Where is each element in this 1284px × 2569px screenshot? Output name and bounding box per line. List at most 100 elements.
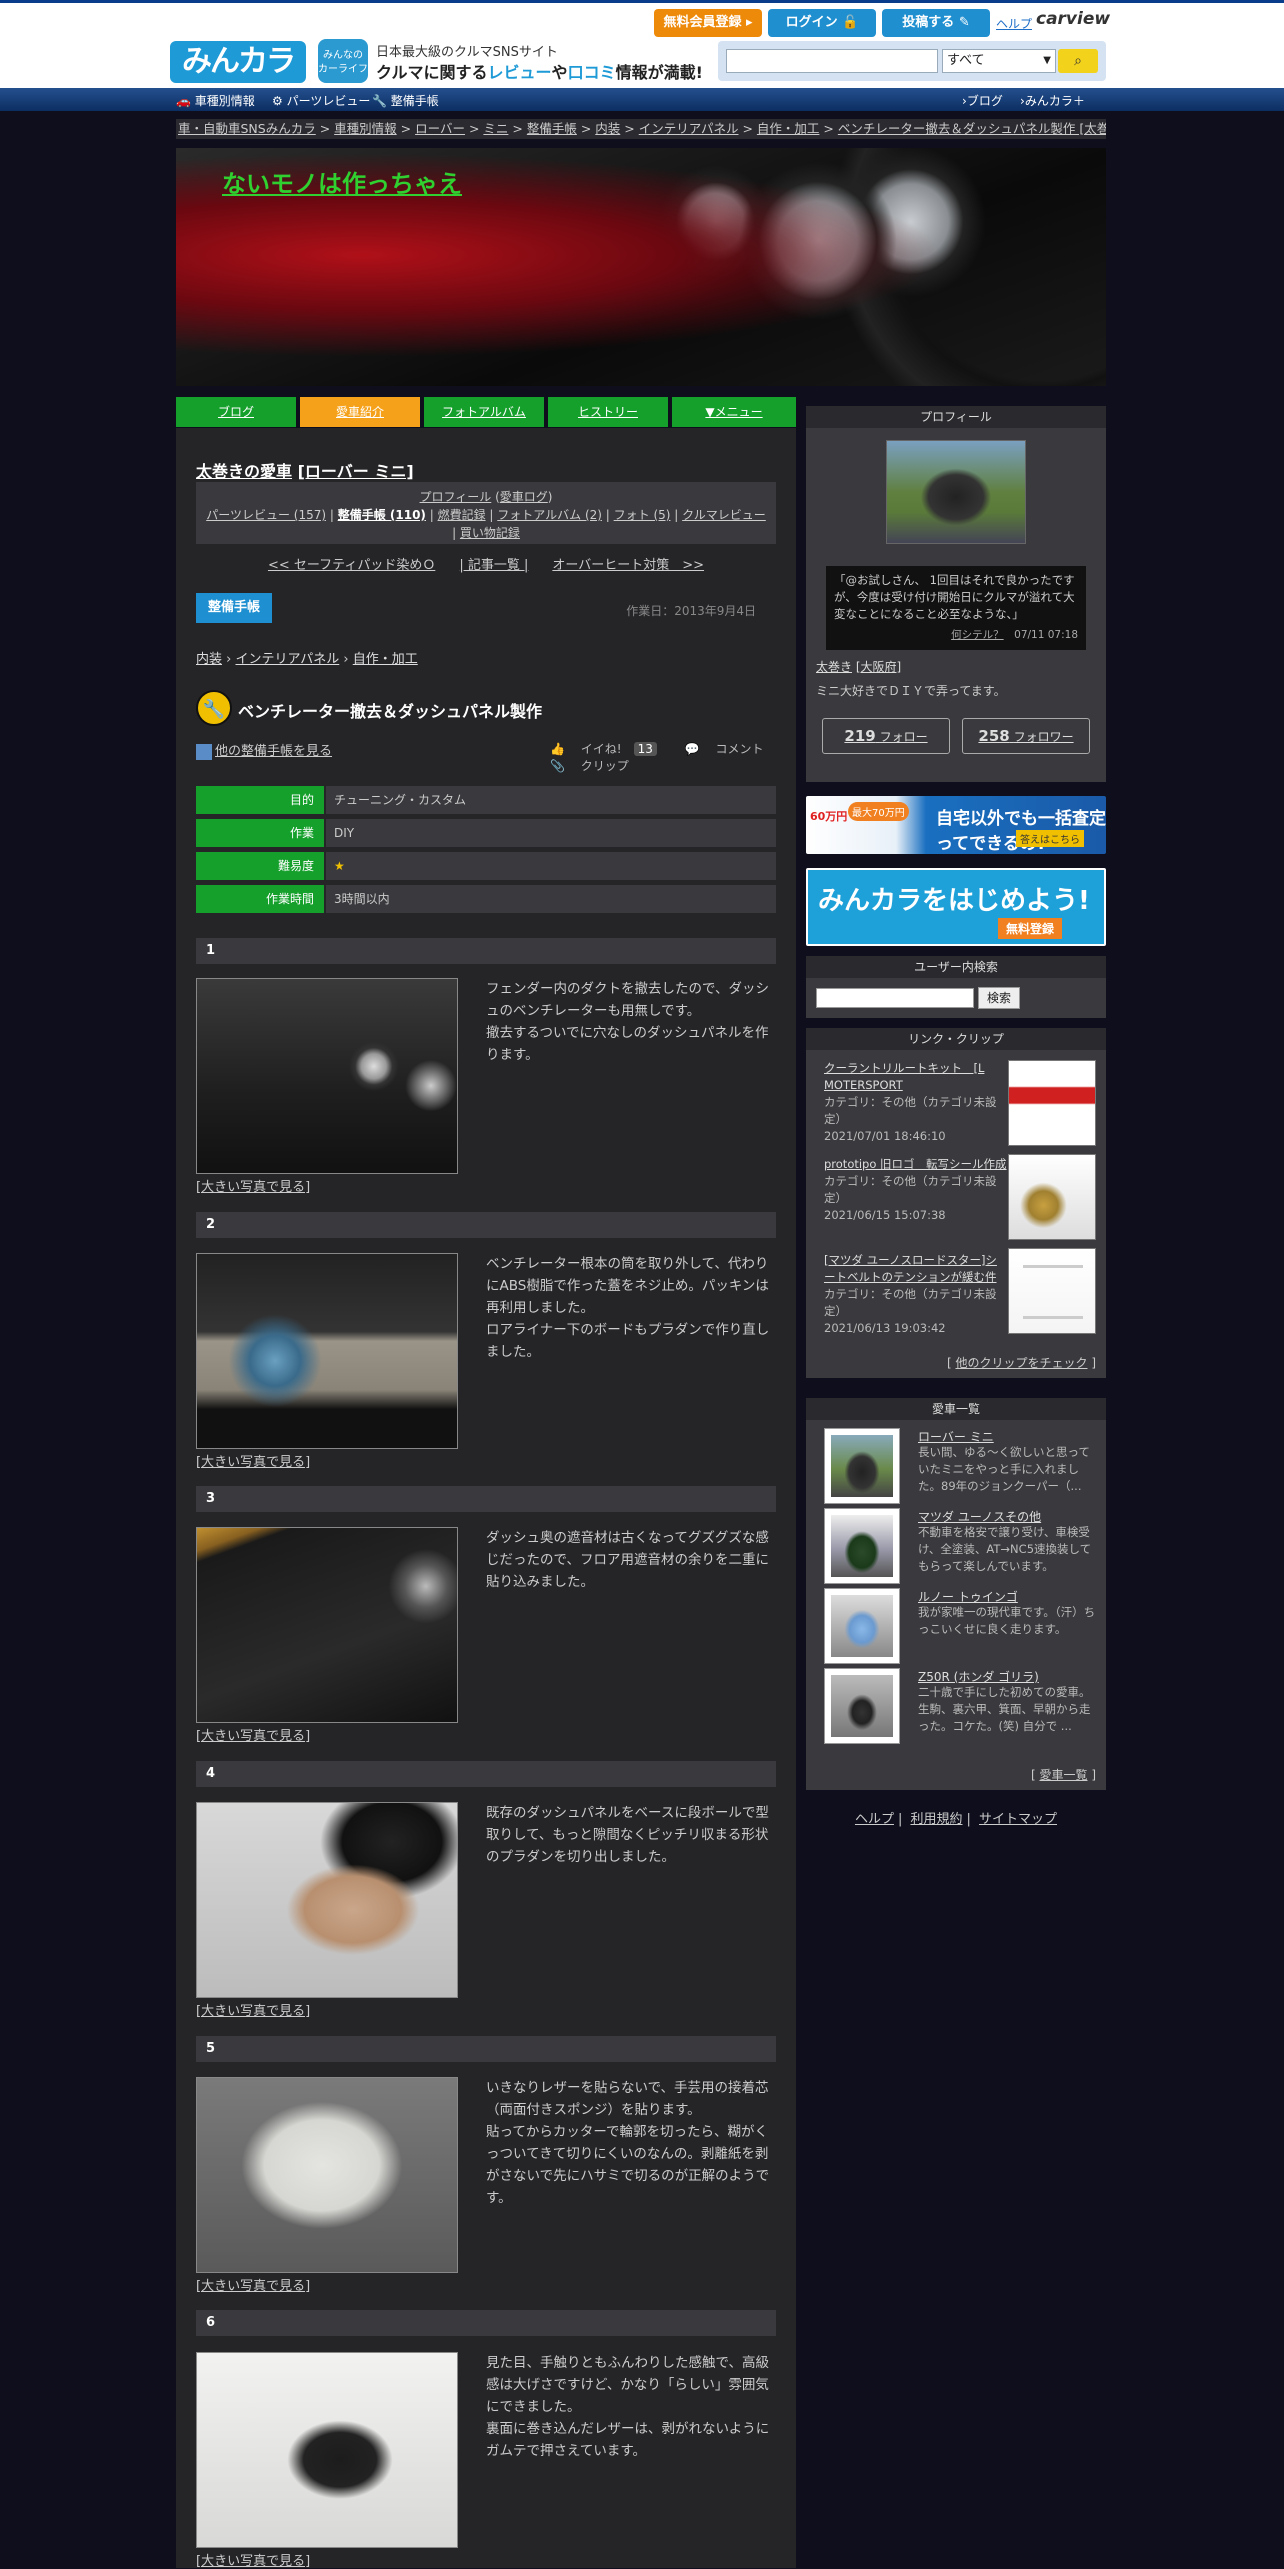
nav-parts[interactable]: ⚙ パーツレビュー [272,92,370,109]
user-region-link[interactable]: [大阪府] [856,660,901,674]
shopping-link[interactable]: 買い物記録 [460,526,520,540]
user-search-button[interactable]: 検索 [978,987,1020,1009]
info-value: DIY [326,819,776,847]
minkara-logo[interactable]: みんカラ [170,41,306,83]
car-thumbnail[interactable] [824,1428,900,1504]
user-name-link[interactable]: 太巻き [816,660,852,674]
register-button[interactable]: 無料会員登録 ▸ [654,9,762,37]
seibi-link[interactable]: 整備手帳 (110) [338,508,426,522]
tab-blog[interactable]: ブログ [176,397,296,427]
breadcrumb-item[interactable]: インテリアパネル [639,121,739,136]
clip-title-link[interactable]: [マツダ ユーノスロードスター]シートベルトのテンションが緩む件 [824,1253,997,1284]
help-link[interactable]: ヘルプ [996,15,1032,32]
big-photo-link[interactable]: [大きい写真で見る] [196,1176,310,1195]
profile-link[interactable]: プロフィール [420,490,492,504]
car-model-link[interactable]: [ローバー ミニ] [298,462,414,481]
category-link[interactable]: 内装 [196,652,222,667]
breadcrumb-item[interactable]: 車種別情報 [334,121,397,136]
what-doing-link[interactable]: 何シテル？ [951,629,1004,641]
follow-label: フォロー [879,730,928,744]
tab-car-intro[interactable]: 愛車紹介 [300,397,420,427]
clip-title-link[interactable]: クーラントリルートキット [L MOTERSPORT [824,1061,984,1092]
breadcrumb-item[interactable]: ミニ [483,121,508,136]
footer-sitemap-link[interactable]: サイトマップ [979,1812,1057,1827]
step-photo[interactable] [196,1527,458,1723]
breadcrumb-item[interactable]: 車・自動車SNSみんカラ [178,121,316,136]
clip-thumbnail[interactable] [1008,1060,1096,1146]
photo-link[interactable]: フォト (5) [614,508,671,522]
clip-thumbnail[interactable] [1008,1248,1096,1334]
nav-minkara-plus[interactable]: ›みんカラ＋ [1020,92,1085,109]
difficulty-star-icon: ★ [326,852,776,880]
big-photo-link[interactable]: [大きい写真で見る] [196,2550,310,2569]
car-name-link[interactable]: ルノー トゥインゴ [918,1588,1018,1605]
other-seibi-link[interactable]: 他の整備手帳を見る [196,740,332,760]
step-header: 6 [196,2310,776,2336]
car-thumbnail[interactable] [824,1588,900,1664]
like-button[interactable]: 👍 イイね! 13 [538,742,657,756]
album-link[interactable]: フォトアルバム (2) [497,508,602,522]
follow-button[interactable]: 219 フォロー [822,718,950,754]
nav-blog[interactable]: ›ブログ [962,92,1003,109]
car-list-link[interactable]: 愛車一覧 [1039,1768,1087,1782]
follower-button[interactable]: 258 フォロワー [962,718,1090,754]
follower-label: フォロワー [1013,730,1074,744]
tab-history[interactable]: ヒストリー [548,397,668,427]
category-link[interactable]: 自作・加工 [353,652,418,667]
article-list-link[interactable]: | 記事一覧 | [459,558,528,573]
car-log-link[interactable]: 愛車ログ [500,490,548,504]
blog-title[interactable]: ないモノは作っちゃえ [222,164,462,199]
tab-photo-album[interactable]: フォトアルバム [424,397,544,427]
appraisal-ad[interactable]: 60万円 最大70万円 自宅以外でも一括査定ってできるの? 答えはこちら [806,796,1106,854]
big-photo-link[interactable]: [大きい写真で見る] [196,1451,310,1470]
car-name-link[interactable]: マツダ ユーノスその他 [918,1508,1041,1525]
prev-article-link[interactable]: << セーフティパッド染めＯ [268,558,435,573]
nav-seibi[interactable]: 🔧 整備手帳 [372,92,439,109]
car-thumbnail[interactable] [824,1508,900,1584]
post-button[interactable]: 投稿する ✎ [882,9,990,37]
nenpi-link[interactable]: 燃費記録 [438,508,486,522]
blog-banner: ないモノは作っちゃえ [176,148,1106,386]
search-input[interactable] [726,49,938,73]
nav-cars[interactable]: 🚗 車種別情報 [176,92,255,109]
more-clips-link[interactable]: 他のクリップをチェック [955,1356,1087,1370]
car-review-link[interactable]: クルマレビュー [682,508,766,522]
comment-button[interactable]: 💬 コメント [673,742,764,756]
big-photo-link[interactable]: [大きい写真で見る] [196,2000,310,2019]
step-photo[interactable] [196,2077,458,2273]
car-thumbnail[interactable] [824,1668,900,1744]
ad-badge: 最大70万円 [848,802,909,821]
profile-box: プロフィール 「@お試しさん、 1回目はそれで良かったですが、今度は受け付け開始… [806,406,1106,782]
parts-review-link[interactable]: パーツレビュー (157) [206,508,326,522]
step-photo[interactable] [196,2352,458,2548]
breadcrumb-item[interactable]: 内装 [595,121,620,136]
breadcrumb-item[interactable]: 自作・加工 [757,121,820,136]
step-photo[interactable] [196,978,458,1174]
signup-ad[interactable]: みんカラをはじめよう! 無料登録 [806,868,1106,946]
profile-photo[interactable] [886,440,1026,544]
breadcrumb-item[interactable]: ベンチレーター撤去＆ダッシュパネル製作 [太巻き] [838,121,1106,136]
big-photo-link[interactable]: [大きい写真で見る] [196,1725,310,1744]
car-name-link[interactable]: ローバー ミニ [918,1428,994,1445]
user-search-input[interactable] [816,988,974,1008]
clip-thumbnail[interactable] [1008,1154,1096,1240]
search-scope-select[interactable]: すべて ▼ [942,49,1056,73]
footer-help-link[interactable]: ヘルプ [855,1812,894,1827]
minna-carlife-badge[interactable]: みんなの カーライフ [318,39,368,83]
clip-button[interactable]: 📎 クリップ [538,759,629,773]
next-article-link[interactable]: オーバーヒート対策 >> [552,558,704,573]
car-name-link[interactable]: Z50R (ホンダ ゴリラ) [918,1668,1039,1685]
clip-title-link[interactable]: prototipo 旧ロゴ 転写シール作成 [824,1157,1007,1171]
step-photo[interactable] [196,1802,458,1998]
breadcrumb-item[interactable]: ローバー [415,121,465,136]
tab-menu[interactable]: ▼メニュー [672,397,796,427]
login-button[interactable]: ログイン 🔓 [768,9,876,37]
search-button[interactable]: ⌕ [1058,49,1098,73]
breadcrumb-item[interactable]: 整備手帳 [527,121,577,136]
step-photo[interactable] [196,1253,458,1449]
carview-logo[interactable]: carview [1036,9,1110,29]
category-link[interactable]: インテリアパネル [236,652,340,667]
car-owner-link[interactable]: 太巻きの愛車 [196,462,292,481]
big-photo-link[interactable]: [大きい写真で見る] [196,2275,310,2294]
footer-terms-link[interactable]: 利用規約 [910,1812,962,1827]
